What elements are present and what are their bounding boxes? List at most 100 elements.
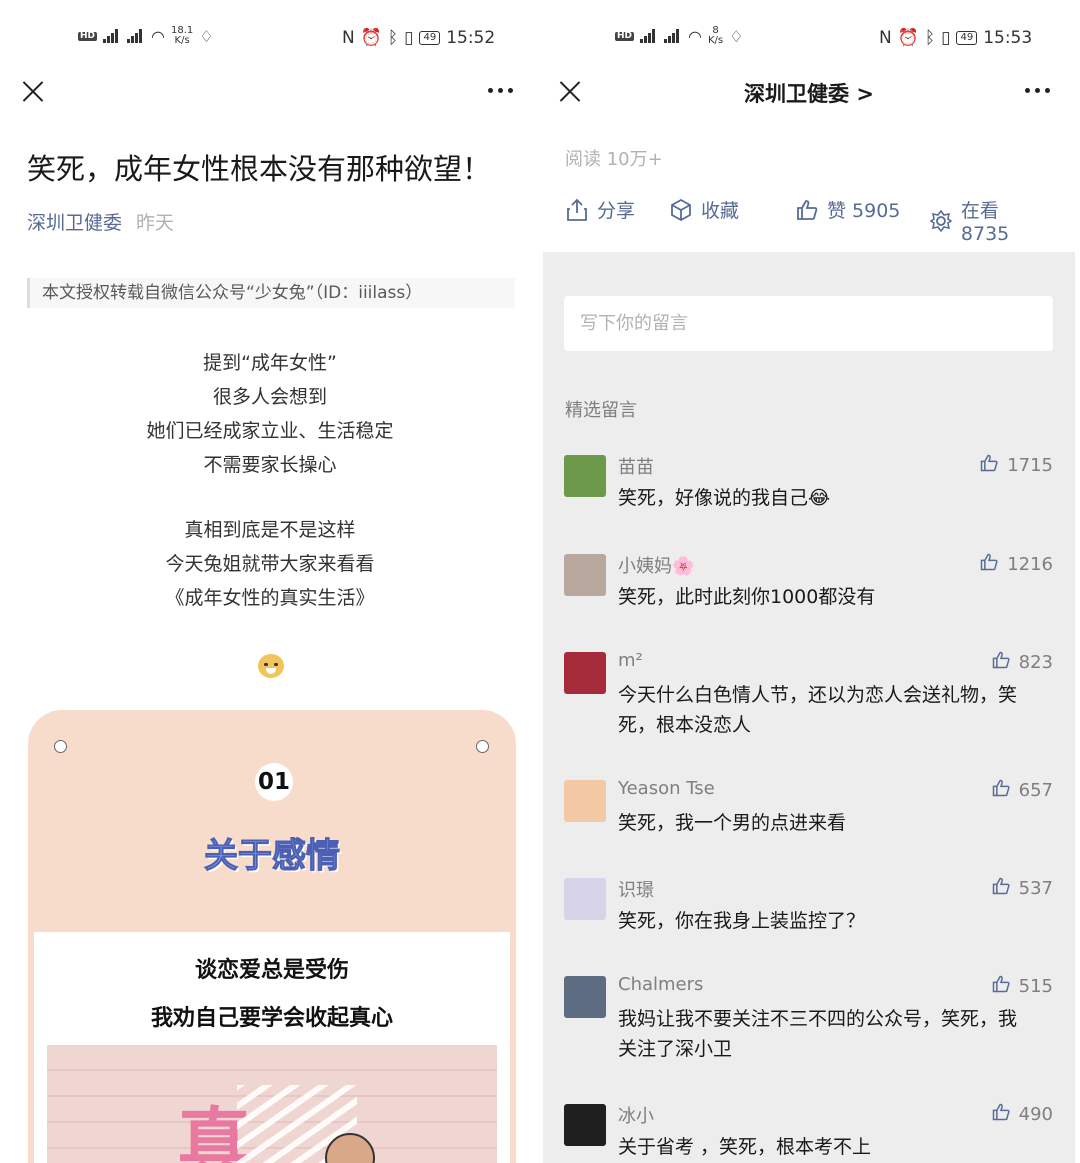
wifi-icon: ◠ bbox=[688, 26, 702, 46]
comment-author: m² bbox=[618, 650, 643, 671]
collect-button[interactable]: 收藏 bbox=[669, 196, 739, 223]
comment-like-button[interactable]: 657 bbox=[991, 778, 1053, 803]
signal-icon bbox=[640, 29, 658, 43]
avatar[interactable] bbox=[564, 1104, 606, 1146]
avatar[interactable] bbox=[564, 976, 606, 1018]
thumbs-up-icon bbox=[991, 1102, 1011, 1127]
avatar[interactable] bbox=[564, 554, 606, 596]
card-content: 谈恋爱总是受伤 我劝自己要学会收起真心 真 bbox=[34, 932, 510, 1163]
comment-like-count: 657 bbox=[1018, 780, 1053, 801]
publish-date: 昨天 bbox=[136, 212, 175, 234]
avatar[interactable] bbox=[564, 455, 606, 497]
share-label: 分享 bbox=[597, 200, 636, 222]
paragraph-2: 真相到底是不是这样 今天兔姐就带大家来看看 《成年女性的真实生活》 bbox=[0, 513, 540, 615]
more-icon[interactable] bbox=[488, 88, 513, 93]
bluetooth-icon: ᛒ bbox=[387, 28, 399, 48]
comment-like-count: 823 bbox=[1018, 652, 1053, 673]
status-bar: HD ◠ 8 K/s ♢ N ⏰ ᛒ ▯ 49 15:53 bbox=[543, 20, 1075, 60]
comment-like-button[interactable]: 1715 bbox=[979, 453, 1053, 478]
bell-icon: ♢ bbox=[199, 26, 214, 46]
nfc-icon: N bbox=[342, 28, 355, 48]
close-icon[interactable] bbox=[22, 80, 44, 102]
comment-author: 苗苗 bbox=[618, 457, 654, 478]
hd-icon: HD bbox=[615, 30, 635, 41]
avatar[interactable] bbox=[564, 652, 606, 694]
vibrate-icon: ▯ bbox=[941, 28, 951, 48]
thumbs-up-icon bbox=[991, 974, 1011, 999]
paragraph-line: 今天兔姐就带大家来看看 bbox=[165, 553, 375, 575]
comment-like-button[interactable]: 537 bbox=[991, 876, 1053, 901]
bell-icon: ♢ bbox=[729, 26, 744, 46]
comment-author: 冰小 bbox=[618, 1106, 654, 1127]
comment-like-count: 1715 bbox=[1007, 455, 1053, 476]
comment-input[interactable]: 写下你的留言 bbox=[564, 296, 1053, 351]
read-count: 阅读 10万+ bbox=[565, 149, 663, 170]
vibrate-icon: ▯ bbox=[404, 28, 414, 48]
paragraph-line: 提到“成年女性” bbox=[203, 352, 337, 374]
like-count: 赞 5905 bbox=[827, 200, 901, 222]
account-title[interactable]: 深圳卫健委 > bbox=[543, 78, 1075, 108]
article-meta: 深圳卫健委 昨天 bbox=[27, 208, 174, 235]
avatar[interactable] bbox=[564, 878, 606, 920]
wifi-icon: ◠ bbox=[151, 26, 165, 46]
share-button[interactable]: 分享 bbox=[565, 196, 635, 223]
flower-icon bbox=[929, 209, 953, 232]
comment-author: 小姨妈🌸 bbox=[618, 556, 695, 577]
comment-author: Chalmers bbox=[618, 974, 704, 995]
hole-decoration bbox=[476, 740, 489, 753]
hole-decoration bbox=[54, 740, 67, 753]
comment-author: 识璟 bbox=[618, 880, 654, 901]
thumbs-up-icon bbox=[979, 552, 999, 577]
comment-text: 今天什么白色情人节，还以为恋人会送礼物，笑死，根本没恋人 bbox=[618, 684, 1018, 736]
illustration: 真 bbox=[47, 1045, 497, 1163]
more-icon[interactable] bbox=[1025, 88, 1050, 93]
comment-like-button[interactable]: 490 bbox=[991, 1102, 1053, 1127]
card-line-2: 我劝自己要学会收起真心 bbox=[150, 1006, 393, 1031]
comment-like-count: 490 bbox=[1018, 1104, 1053, 1125]
comment-like-button[interactable]: 515 bbox=[991, 974, 1053, 999]
collect-label: 收藏 bbox=[701, 200, 740, 222]
like-button[interactable]: 赞 5905 bbox=[795, 196, 900, 223]
comment-like-button[interactable]: 1216 bbox=[979, 552, 1053, 577]
signal-icon bbox=[664, 29, 682, 43]
comment-text: 我妈让我不要关注不三不四的公众号，笑死，我关注了深小卫 bbox=[618, 1008, 1018, 1060]
status-right: N ⏰ ᛒ ▯ 49 15:52 bbox=[342, 28, 495, 48]
comment-like-count: 537 bbox=[1018, 878, 1053, 899]
net-speed: 8 K/s bbox=[707, 25, 724, 46]
battery-icon: 49 bbox=[419, 31, 441, 45]
account-link[interactable]: 深圳卫健委 bbox=[27, 212, 122, 234]
hd-icon: HD bbox=[78, 30, 98, 41]
section-title: 关于感情 bbox=[204, 836, 341, 877]
status-left: HD ◠ 8 K/s ♢ bbox=[615, 26, 743, 46]
bluetooth-icon: ᛒ bbox=[924, 28, 936, 48]
thumbs-up-icon bbox=[979, 453, 999, 478]
nfc-icon: N bbox=[879, 28, 892, 48]
clock: 15:53 bbox=[983, 28, 1033, 48]
clock: 15:52 bbox=[446, 28, 496, 48]
paragraph-line: 《成年女性的真实生活》 bbox=[165, 587, 375, 609]
share-icon bbox=[567, 198, 587, 221]
watching-count: 在看 8735 bbox=[960, 200, 1010, 245]
status-left: HD ◠ 18.1 K/s ♢ bbox=[78, 26, 214, 46]
alarm-icon: ⏰ bbox=[897, 28, 919, 48]
status-bar: HD ◠ 18.1 K/s ♢ N ⏰ ᛒ ▯ 49 15:52 bbox=[0, 20, 540, 60]
card-line-1: 谈恋爱总是受伤 bbox=[194, 958, 349, 983]
thumbs-up-icon bbox=[991, 650, 1011, 675]
dog-emoji-icon bbox=[258, 654, 284, 678]
nav-bar bbox=[0, 70, 540, 114]
comment-text: 笑死，你在我身上装监控了？ bbox=[618, 910, 866, 932]
avatar[interactable] bbox=[564, 780, 606, 822]
comment-like-count: 515 bbox=[1018, 976, 1053, 997]
paragraph-line: 很多人会想到 bbox=[212, 386, 327, 408]
paragraph-line: 真相到底是不是这样 bbox=[184, 519, 356, 541]
repost-quote: 本文授权转载自微信公众号“少女兔”（ID：iiilass） bbox=[27, 278, 515, 308]
comment-text: 笑死，好像说的我自己😂 bbox=[618, 487, 831, 509]
featured-comments-label: 精选留言 bbox=[565, 400, 637, 421]
watching-button[interactable]: 在看 8735 bbox=[929, 196, 1053, 245]
comment-text: 关于省考 ，笑死，根本考不上 bbox=[618, 1136, 872, 1158]
signal-icon bbox=[103, 29, 121, 43]
nav-bar: 深圳卫健委 > bbox=[543, 70, 1075, 114]
section-number: 01 bbox=[255, 763, 293, 801]
comment-like-button[interactable]: 823 bbox=[991, 650, 1053, 675]
status-right: N ⏰ ᛒ ▯ 49 15:53 bbox=[879, 28, 1032, 48]
